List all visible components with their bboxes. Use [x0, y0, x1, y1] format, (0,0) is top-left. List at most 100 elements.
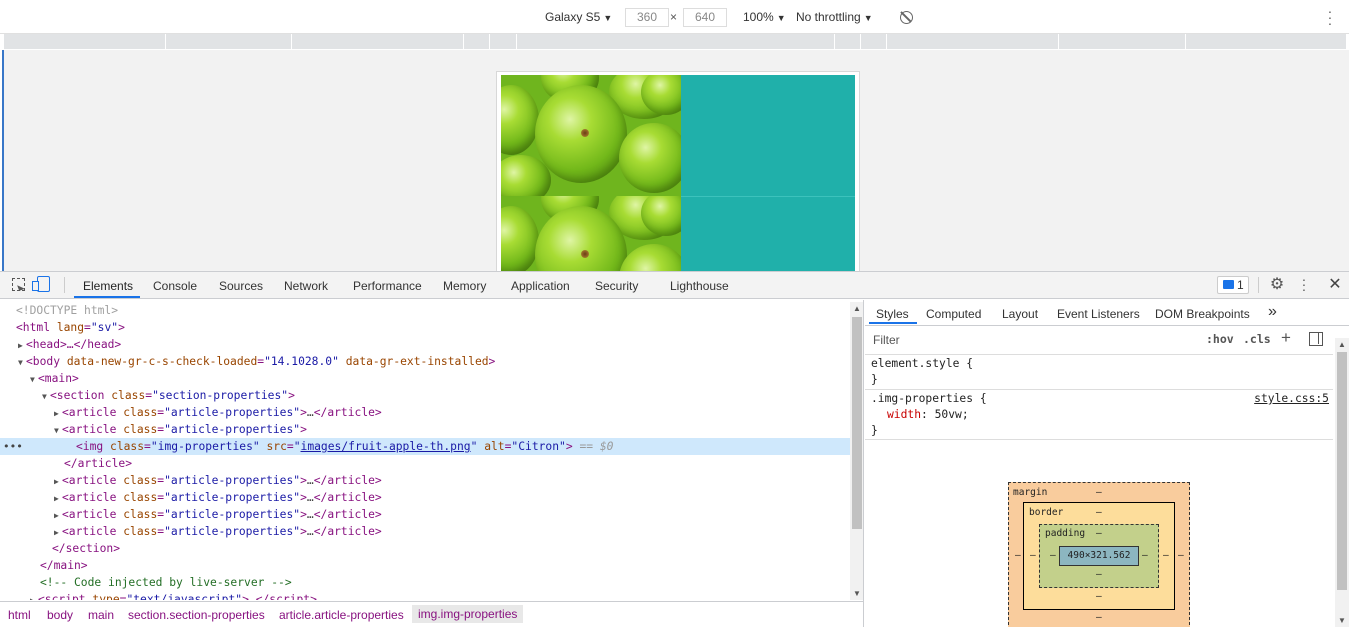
apple-image[interactable]: [501, 196, 681, 272]
padding-bottom-value[interactable]: –: [1096, 569, 1102, 580]
property-name: width: [887, 408, 922, 421]
collapse-triangle-icon[interactable]: ▼: [30, 371, 38, 388]
page-preview[interactable]: [497, 72, 859, 272]
chevron-down-icon: ▼: [603, 13, 613, 23]
inspect-element-icon[interactable]: [12, 278, 25, 291]
media-query-bar[interactable]: [4, 34, 1346, 49]
rule-declaration[interactable]: width: 50vw;: [865, 407, 1333, 423]
apple-image[interactable]: [501, 75, 681, 196]
collapse-triangle-icon[interactable]: ▼: [54, 422, 62, 439]
dom-node[interactable]: ▶ <article class="article-properties">…</…: [0, 523, 850, 540]
img-src-link[interactable]: images/fruit-apple-th.png: [301, 440, 471, 453]
more-options-icon[interactable]: · · ·: [1299, 272, 1309, 296]
padding-left-value[interactable]: –: [1050, 550, 1056, 561]
dom-node[interactable]: ▶ <article class="article-properties">…</…: [0, 506, 850, 523]
breadcrumb-item[interactable]: html: [8, 608, 31, 622]
dom-node[interactable]: ▶ <head>…</head>: [0, 336, 850, 353]
dom-node[interactable]: ▶<script type="text/javascript">…</scrip…: [0, 591, 850, 600]
zoom-select[interactable]: 100% ▼: [743, 10, 786, 24]
toggle-sidebar-icon[interactable]: [1309, 332, 1323, 346]
breadcrumb-item-active[interactable]: img.img-properties: [412, 605, 524, 623]
expand-triangle-icon[interactable]: ▶: [30, 592, 38, 600]
dom-node[interactable]: ▼ <main>: [0, 370, 850, 387]
collapse-triangle-icon[interactable]: ▼: [42, 388, 50, 405]
tab-elements[interactable]: Elements: [83, 279, 133, 293]
dom-node[interactable]: ▶ <article class="article-properties">…</…: [0, 404, 850, 421]
scroll-down-icon[interactable]: ▼: [1335, 616, 1349, 625]
rule-img-properties[interactable]: .img-properties { style.css:5 width: 50v…: [865, 390, 1333, 440]
node-actions-icon[interactable]: •••: [3, 438, 23, 455]
device-toggle-icon[interactable]: [32, 276, 50, 292]
dom-node[interactable]: </main>: [0, 557, 850, 574]
dom-node[interactable]: ▶ <article class="article-properties">…</…: [0, 472, 850, 489]
expand-triangle-icon[interactable]: ▶: [54, 524, 62, 541]
margin-top-value[interactable]: –: [1096, 487, 1102, 498]
margin-bottom-value[interactable]: –: [1096, 612, 1102, 623]
dom-node[interactable]: ▼ <article class="article-properties">: [0, 421, 850, 438]
class-toggle-button[interactable]: .cls: [1243, 332, 1271, 346]
rule-element-style[interactable]: element.style { }: [865, 354, 1333, 390]
breadcrumb-item[interactable]: article.article-properties: [279, 608, 404, 622]
issues-badge[interactable]: 1: [1217, 276, 1249, 294]
dom-node[interactable]: ▼ <body data-new-gr-c-s-check-loaded="14.…: [0, 353, 850, 370]
scroll-up-icon[interactable]: ▲: [850, 304, 863, 313]
collapse-triangle-icon[interactable]: ▼: [18, 354, 26, 371]
padding-right-value[interactable]: –: [1142, 550, 1148, 561]
gear-icon[interactable]: ⚙: [1269, 277, 1285, 293]
tab-security[interactable]: Security: [595, 279, 638, 293]
dom-node[interactable]: ▶ <article class="article-properties">…</…: [0, 489, 850, 506]
expand-triangle-icon[interactable]: ▶: [54, 507, 62, 524]
scroll-up-icon[interactable]: ▲: [1335, 340, 1349, 349]
margin-right-value[interactable]: –: [1178, 550, 1184, 561]
breadcrumb-item[interactable]: body: [47, 608, 73, 622]
width-input[interactable]: 360: [625, 8, 669, 27]
new-rule-icon[interactable]: +: [1281, 328, 1291, 348]
dom-node[interactable]: <!DOCTYPE html>: [0, 302, 850, 319]
scroll-down-icon[interactable]: ▼: [850, 589, 863, 598]
dom-node[interactable]: <!-- Code injected by live-server -->: [0, 574, 850, 591]
dom-scrollbar-thumb[interactable]: [852, 317, 862, 529]
expand-triangle-icon[interactable]: ▶: [54, 405, 62, 422]
overflow-tabs-icon[interactable]: »: [1268, 303, 1277, 321]
margin-left-value[interactable]: –: [1015, 550, 1021, 561]
close-icon[interactable]: ✕: [1328, 277, 1342, 293]
dom-node[interactable]: </section>: [0, 540, 850, 557]
tab-application[interactable]: Application: [511, 279, 570, 293]
tab-styles[interactable]: Styles: [876, 307, 909, 321]
tab-dom-breakpoints[interactable]: DOM Breakpoints: [1155, 307, 1250, 321]
breadcrumb-item[interactable]: main: [88, 608, 114, 622]
expand-triangle-icon[interactable]: ▶: [54, 473, 62, 490]
device-select[interactable]: Galaxy S5 ▼: [545, 10, 612, 24]
tab-sources[interactable]: Sources: [219, 279, 263, 293]
more-options-icon[interactable]: · · ·: [1325, 4, 1335, 30]
tab-console[interactable]: Console: [153, 279, 197, 293]
styles-scrollbar-thumb[interactable]: [1337, 352, 1347, 590]
rule-source-link[interactable]: style.css:5: [1254, 392, 1329, 405]
border-top-value[interactable]: –: [1096, 507, 1102, 518]
dom-node[interactable]: </article>: [0, 455, 850, 472]
border-left-value[interactable]: –: [1030, 550, 1036, 561]
tab-layout[interactable]: Layout: [1002, 307, 1038, 321]
tab-performance[interactable]: Performance: [353, 279, 422, 293]
dom-node[interactable]: ▼ <section class="section-properties">: [0, 387, 850, 404]
expand-triangle-icon[interactable]: ▶: [54, 490, 62, 507]
tab-memory[interactable]: Memory: [443, 279, 486, 293]
expand-triangle-icon[interactable]: ▶: [18, 337, 26, 354]
dom-node[interactable]: <html lang="sv">: [0, 319, 850, 336]
rotate-icon[interactable]: [900, 11, 913, 24]
box-model-content[interactable]: 490×321.562: [1059, 546, 1139, 566]
tab-event-listeners[interactable]: Event Listeners: [1057, 307, 1140, 321]
styles-filter-input[interactable]: [867, 330, 1195, 349]
dom-node-selected[interactable]: ••• <img class="img-properties" src="ima…: [0, 438, 850, 455]
tag-text: </main>: [40, 559, 88, 572]
tab-network[interactable]: Network: [284, 279, 328, 293]
padding-top-value[interactable]: –: [1096, 528, 1102, 539]
throttling-select[interactable]: No throttling ▼: [796, 10, 873, 24]
border-bottom-value[interactable]: –: [1096, 591, 1102, 602]
tab-computed[interactable]: Computed: [926, 307, 981, 321]
tab-lighthouse[interactable]: Lighthouse: [670, 279, 729, 293]
hover-state-button[interactable]: :hov: [1206, 332, 1234, 346]
breadcrumb-item[interactable]: section.section-properties: [128, 608, 265, 622]
border-right-value[interactable]: –: [1163, 550, 1169, 561]
height-input[interactable]: 640: [683, 8, 727, 27]
